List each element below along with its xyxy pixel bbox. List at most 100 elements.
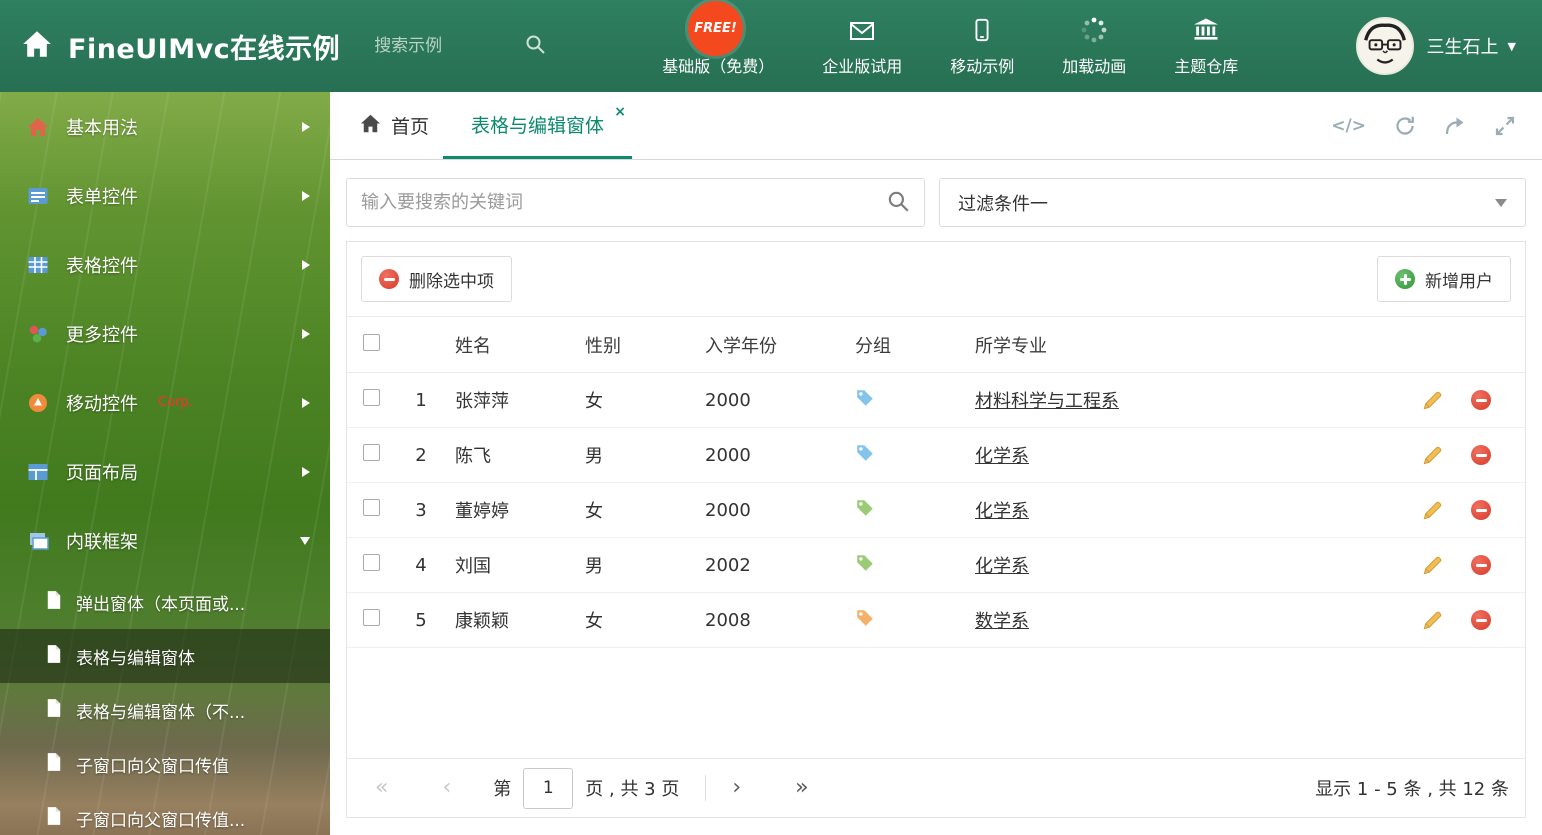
major-link[interactable]: 材料科学与工程系 [975, 391, 1119, 412]
table-row[interactable]: 5 康颖颖 女 2008 数学系 [347, 592, 1525, 648]
tag-icon [855, 443, 875, 463]
search-icon[interactable] [886, 189, 910, 217]
major-link[interactable]: 化学系 [975, 556, 1029, 577]
row-checkbox[interactable] [363, 609, 380, 626]
nav-item-mobile-demo[interactable]: 移动示例 [950, 16, 1014, 77]
last-page-button[interactable]: » [795, 777, 808, 799]
nav-item-loading-animation[interactable]: 加载动画 [1062, 16, 1126, 77]
cell-year: 2008 [693, 592, 843, 648]
chevron-right-icon [302, 466, 310, 477]
nav-item-theme-repo[interactable]: 主题仓库 [1174, 16, 1238, 77]
cell-name: 刘国 [443, 537, 573, 593]
sidebar-item-form-controls[interactable]: 表单控件 [0, 161, 330, 230]
file-icon [46, 644, 62, 669]
delete-row-icon[interactable] [1471, 390, 1491, 411]
page-number-input[interactable] [523, 767, 574, 809]
layout-icon [26, 460, 50, 484]
tab-home[interactable]: 首页 [346, 92, 443, 159]
cell-year: 2000 [693, 427, 843, 483]
nav-item-label: 加载动画 [1062, 56, 1127, 76]
sidebar-item-more-controls[interactable]: 更多控件 [0, 299, 330, 368]
home-icon[interactable] [22, 30, 52, 62]
file-icon [46, 752, 62, 777]
keyword-search-box [346, 178, 925, 227]
sidebar-item-page-layout[interactable]: 页面布局 [0, 437, 330, 506]
tab-grid-edit-window[interactable]: 表格与编辑窗体 × [443, 92, 633, 159]
sidebar-subitem-grid-edit-window[interactable]: 表格与编辑窗体 [0, 629, 330, 683]
row-checkbox[interactable] [363, 499, 380, 516]
share-icon[interactable] [1444, 115, 1466, 137]
sidebar-item-label: 更多控件 [66, 324, 138, 346]
expand-icon[interactable] [1494, 115, 1516, 137]
table-icon [26, 253, 50, 277]
header-search-input[interactable] [374, 36, 525, 56]
row-index: 5 [399, 592, 443, 648]
first-page-button[interactable]: « [375, 777, 388, 799]
form-icon [26, 184, 50, 208]
column-header-year: 入学年份 [693, 316, 843, 373]
delete-selected-button[interactable]: 删除选中项 [361, 256, 512, 302]
user-menu[interactable]: 三生石上 ▼ [1355, 17, 1542, 75]
delete-row-icon[interactable] [1471, 445, 1491, 466]
search-icon[interactable] [524, 33, 546, 59]
major-link[interactable]: 数学系 [975, 611, 1029, 632]
grid-panel: 删除选中项 新增用户 姓名 性别 入学年份 分组 所学专业 1 张萍萍 女 20… [346, 241, 1526, 818]
source-code-icon[interactable]: </> [1331, 116, 1366, 136]
row-checkbox[interactable] [363, 554, 380, 571]
sidebar-item-iframe[interactable]: 内联框架 [0, 506, 330, 575]
keyword-search-input[interactable] [361, 192, 886, 213]
major-link[interactable]: 化学系 [975, 446, 1029, 467]
sidebar-item-label: 内联框架 [66, 531, 138, 553]
row-index: 4 [399, 537, 443, 593]
tag-icon [855, 388, 875, 408]
avatar[interactable] [1355, 17, 1414, 75]
next-page-button[interactable]: › [732, 777, 741, 799]
table-row[interactable]: 1 张萍萍 女 2000 材料科学与工程系 [347, 372, 1525, 428]
prev-page-button[interactable]: ‹ [442, 777, 451, 799]
major-link[interactable]: 化学系 [975, 501, 1029, 522]
tag-icon [855, 608, 875, 628]
delete-row-icon[interactable] [1471, 610, 1491, 631]
column-header-group: 分组 [843, 316, 963, 373]
sidebar-subitem-label: 表格与编辑窗体（不... [76, 702, 246, 723]
row-checkbox[interactable] [363, 389, 380, 406]
add-user-button[interactable]: 新增用户 [1377, 256, 1511, 302]
sidebar-subitem-grid-edit-window-alt[interactable]: 表格与编辑窗体（不... [0, 683, 330, 737]
table-row[interactable]: 4 刘国 男 2002 化学系 [347, 537, 1525, 593]
edit-pencil-icon[interactable] [1422, 555, 1443, 576]
user-name: 三生石上 [1426, 37, 1499, 58]
cell-name: 康颖颖 [443, 592, 573, 648]
tab-label: 首页 [391, 116, 430, 138]
nav-item-enterprise-trial[interactable]: 企业版试用 [822, 16, 902, 77]
sidebar-item-mobile-controls[interactable]: 移动控件 Corp. [0, 368, 330, 437]
sidebar-subitem-child-to-parent-alt[interactable]: 子窗口向父窗口传值... [0, 791, 330, 835]
sidebar-subitem-child-to-parent[interactable]: 子窗口向父窗口传值 [0, 737, 330, 791]
sidebar-subitem-popup-window[interactable]: 弹出窗体（本页面或... [0, 575, 330, 629]
delete-row-icon[interactable] [1471, 500, 1491, 521]
filter-dropdown[interactable]: 过滤条件一 [939, 178, 1526, 227]
table-row[interactable]: 3 董婷婷 女 2000 化学系 [347, 482, 1525, 538]
refresh-icon[interactable] [1394, 115, 1416, 137]
edit-pencil-icon[interactable] [1422, 390, 1443, 411]
grid-toolbar: 删除选中项 新增用户 [347, 242, 1525, 316]
sidebar-item-grid-controls[interactable]: 表格控件 [0, 230, 330, 299]
sidebar-item-label: 表格控件 [66, 255, 138, 277]
pagination-bar: « ‹ 第 页 , 共 3 页 › » 显示 1 - 5 条 , 共 12 条 [347, 758, 1525, 817]
edit-pencil-icon[interactable] [1422, 610, 1443, 631]
column-header-actions [1395, 316, 1525, 373]
delete-row-icon[interactable] [1471, 555, 1491, 576]
edit-pencil-icon[interactable] [1422, 500, 1443, 521]
close-icon[interactable]: × [614, 105, 626, 119]
table-row[interactable]: 2 陈飞 男 2000 化学系 [347, 427, 1525, 483]
nav-item-label: 企业版试用 [822, 56, 903, 76]
chevron-down-icon [300, 536, 310, 545]
sidebar-item-basic-usage[interactable]: 基本用法 [0, 92, 330, 161]
tab-bar: 首页 表格与编辑窗体 × </> [330, 92, 1542, 160]
cell-year: 2002 [693, 537, 843, 593]
corp-badge: Corp. [158, 395, 193, 410]
edit-pencil-icon[interactable] [1422, 445, 1443, 466]
row-checkbox[interactable] [363, 444, 380, 461]
top-header: FineUIMvc在线示例 FREE! 基础版（免费） 企业版试用 移动示例 [0, 0, 1542, 92]
header-nav: 基础版（免费） 企业版试用 移动示例 加载动画 主题仓库 [662, 16, 1238, 77]
select-all-checkbox[interactable] [363, 333, 380, 351]
